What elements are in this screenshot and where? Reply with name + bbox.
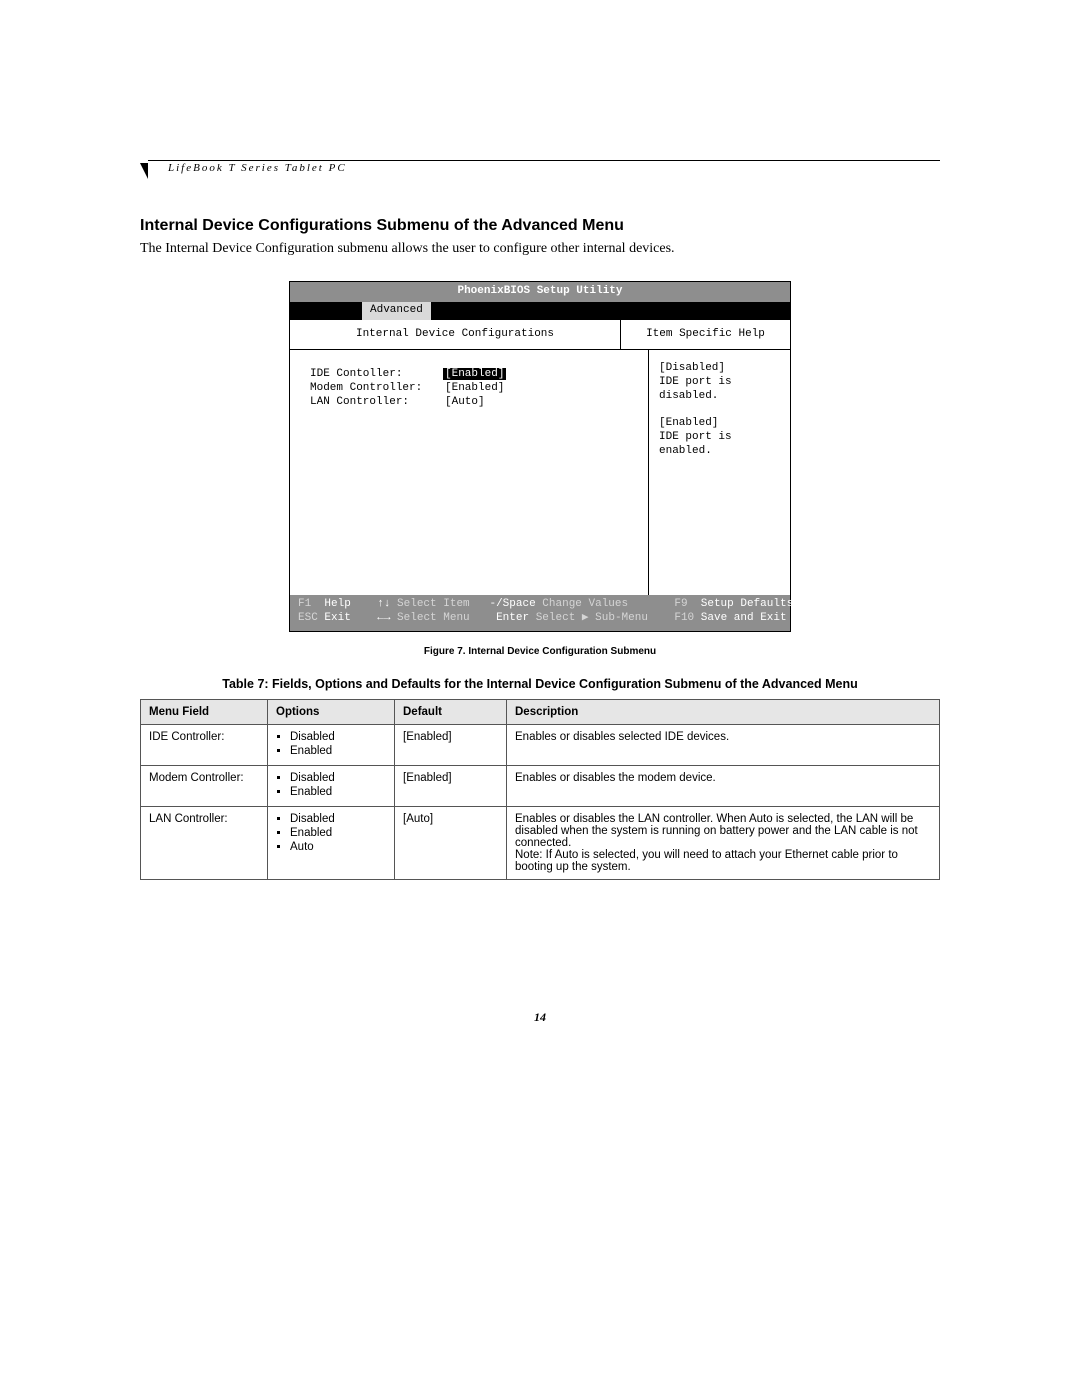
bios-setting-row[interactable]: Modem Controller: [Enabled] <box>310 382 640 396</box>
option-item: Disabled <box>290 813 386 825</box>
th-menu-field: Menu Field <box>141 699 268 724</box>
bios-setting-label: LAN Controller: <box>310 396 445 410</box>
cell-default: [Auto] <box>395 806 507 879</box>
bios-help-line <box>659 404 780 418</box>
bios-setting-label: Modem Controller: <box>310 382 445 396</box>
section-heading: Internal Device Configurations Submenu o… <box>140 217 940 235</box>
bios-tab-advanced[interactable]: Advanced <box>362 302 431 320</box>
bios-menu-bar: Advanced <box>290 302 790 320</box>
intro-paragraph: The Internal Device Configuration submen… <box>140 241 940 257</box>
cell-options: Disabled Enabled <box>268 765 395 806</box>
bios-setting-value[interactable]: [Enabled] <box>443 368 506 380</box>
bios-setting-row[interactable]: IDE Contoller: [Enabled] <box>310 368 640 382</box>
th-options: Options <box>268 699 395 724</box>
th-description: Description <box>507 699 940 724</box>
cell-default: [Enabled] <box>395 765 507 806</box>
running-head: LifeBook T Series Tablet PC <box>168 162 347 174</box>
bios-help-line: [Enabled] <box>659 417 780 431</box>
cell-options: Disabled Enabled <box>268 724 395 765</box>
bios-footer: F1 Help ↑↓ Select Item -/Space Change Va… <box>290 595 790 631</box>
cell-description: Enables or disables selected IDE devices… <box>507 724 940 765</box>
table-row: Modem Controller: Disabled Enabled [Enabled… <box>141 765 940 806</box>
option-item: Disabled <box>290 772 386 784</box>
cell-menu-field: Modem Controller: <box>141 765 268 806</box>
option-item: Disabled <box>290 731 386 743</box>
bios-help-line: IDE port is enabled. <box>659 431 780 459</box>
table-row: IDE Controller: Disabled Enabled [Enabled]E… <box>141 724 940 765</box>
bios-panel-title: Internal Device Configurations <box>290 320 621 351</box>
bios-help-title: Item Specific Help <box>621 320 790 351</box>
updown-arrow-icon: ↑↓ <box>377 598 390 612</box>
table-caption: Table 7: Fields, Options and Defaults fo… <box>140 677 940 691</box>
th-default: Default <box>395 699 507 724</box>
cell-menu-field: LAN Controller: <box>141 806 268 879</box>
leftright-arrow-icon: ←→ <box>377 612 390 626</box>
option-item: Enabled <box>290 745 386 757</box>
option-item: Enabled <box>290 786 386 798</box>
bios-screenshot: PhoenixBIOS Setup Utility Advanced Inter… <box>289 281 791 632</box>
header-wedge-icon <box>140 163 148 179</box>
page-number: 14 <box>140 1010 940 1025</box>
table-row: LAN Controller: Disabled Enabled Auto [Auto]… <box>141 806 940 879</box>
cell-menu-field: IDE Controller: <box>141 724 268 765</box>
bios-setting-row[interactable]: LAN Controller: [Auto] <box>310 396 640 410</box>
bios-help-line: [Disabled] <box>659 362 780 376</box>
bios-help-pane: [Disabled] IDE port is disabled. [Enable… <box>649 350 790 595</box>
cell-description: Enables or disables the LAN controller. … <box>507 806 940 879</box>
option-item: Auto <box>290 841 386 853</box>
cell-default: [Enabled] <box>395 724 507 765</box>
figure-caption: Figure 7. Internal Device Configuration … <box>140 646 940 657</box>
option-item: Enabled <box>290 827 386 839</box>
bios-title: PhoenixBIOS Setup Utility <box>290 282 790 302</box>
fields-table: Menu Field Options Default Description I… <box>140 699 940 880</box>
cell-description: Enables or disables the modem device. <box>507 765 940 806</box>
bios-help-line: IDE port is disabled. <box>659 376 780 404</box>
cell-options: Disabled Enabled Auto <box>268 806 395 879</box>
bios-setting-label: IDE Contoller: <box>310 368 445 382</box>
bios-settings-pane: IDE Contoller: [Enabled] Modem Controlle… <box>290 350 649 595</box>
bios-setting-value[interactable]: [Enabled] <box>445 382 504 396</box>
bios-setting-value[interactable]: [Auto] <box>445 396 485 410</box>
